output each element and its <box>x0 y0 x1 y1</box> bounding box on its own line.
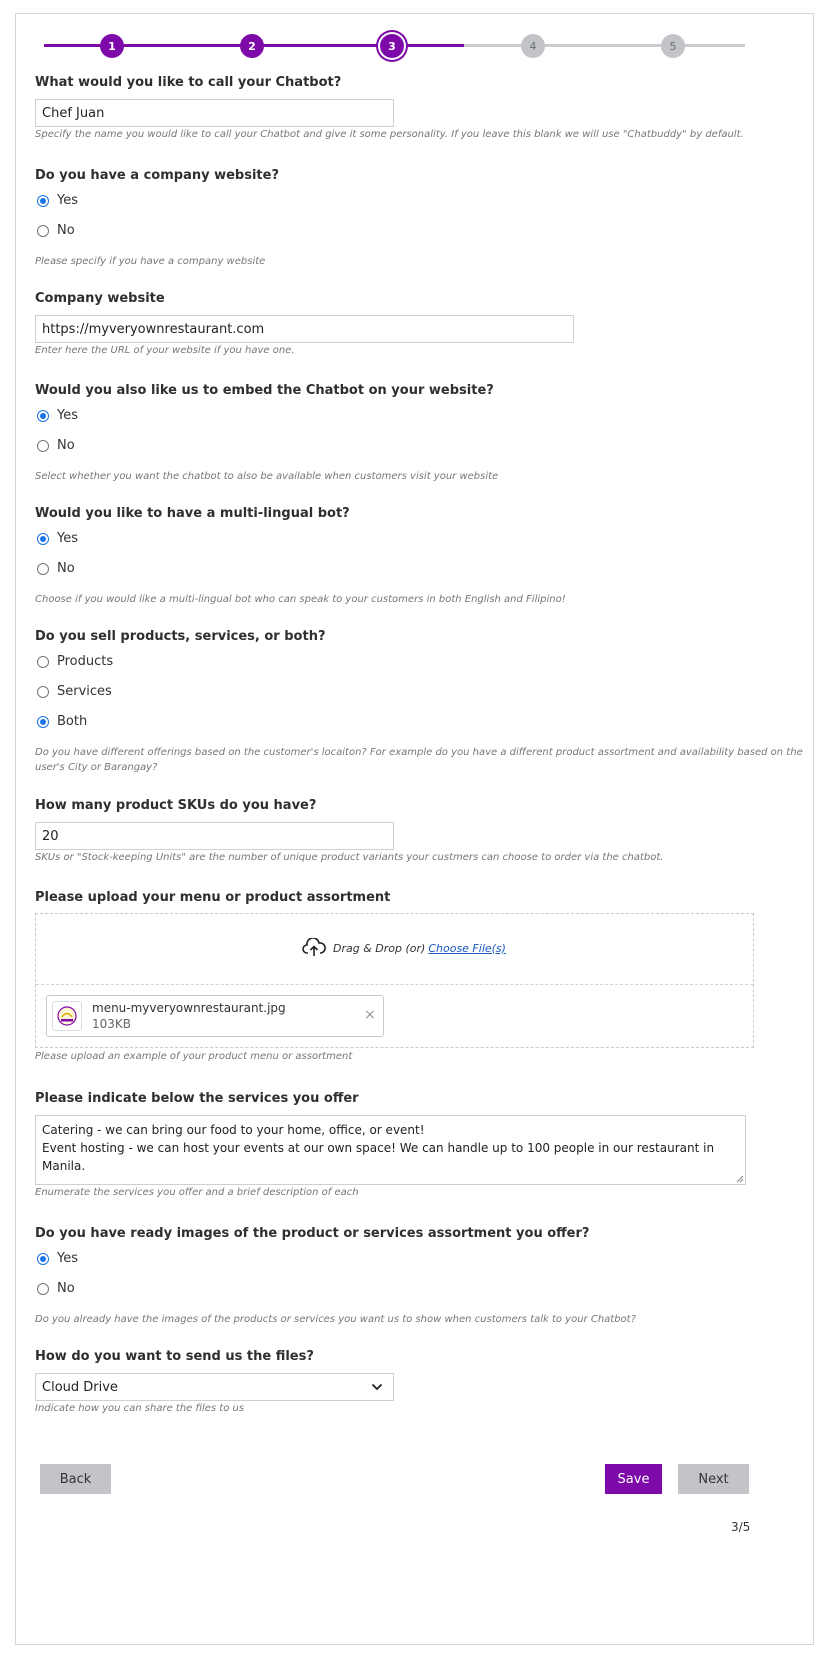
form-card: 1 2 3 4 5 What would you like to call yo… <box>15 13 814 1645</box>
company-website-no-radio[interactable]: No <box>37 223 75 238</box>
radio-unchecked-icon[interactable] <box>37 562 49 575</box>
radio-label: No <box>57 438 75 453</box>
radio-label: Yes <box>57 408 78 423</box>
drop-area-text: Drag & Drop (or) Choose File(s) <box>302 938 506 958</box>
company-website-help: Enter here the URL of your website if yo… <box>35 345 295 356</box>
back-button[interactable]: Back <box>40 1464 111 1494</box>
embed-yes-radio[interactable]: Yes <box>37 408 78 423</box>
company-website-input[interactable]: https://myveryownrestaurant.com <box>35 315 574 343</box>
file-size: 103KB <box>92 1017 132 1031</box>
radio-label: No <box>57 1281 75 1296</box>
next-button[interactable]: Next <box>678 1464 749 1494</box>
radio-checked-icon[interactable] <box>37 194 49 207</box>
company-website-question-help: Please specify if you have a company web… <box>35 256 266 267</box>
step-1[interactable]: 1 <box>100 34 124 58</box>
radio-unchecked-icon[interactable] <box>37 439 49 452</box>
send-files-selected-value: Cloud Drive <box>42 1379 118 1395</box>
radio-unchecked-icon[interactable] <box>37 224 49 237</box>
company-website-question-label: Do you have a company website? <box>35 168 279 183</box>
images-label: Do you have ready images of the product … <box>35 1226 590 1241</box>
chatbot-name-help: Specify the name you would like to call … <box>35 129 744 140</box>
multilingual-yes-radio[interactable]: Yes <box>37 531 78 546</box>
send-files-select[interactable]: Cloud Drive <box>35 1373 394 1401</box>
stepper-remaining-line <box>464 44 745 47</box>
skus-help: SKUs or "Stock-keeping Units" are the nu… <box>35 852 664 863</box>
upload-dropzone[interactable]: Drag & Drop (or) Choose File(s) menu-myv… <box>35 913 754 1048</box>
sell-services-radio[interactable]: Services <box>37 684 112 699</box>
radio-unchecked-icon[interactable] <box>37 655 49 668</box>
radio-label: Yes <box>57 531 78 546</box>
sell-label: Do you sell products, services, or both? <box>35 629 326 644</box>
radio-unchecked-icon[interactable] <box>37 685 49 698</box>
radio-checked-icon[interactable] <box>37 1252 49 1265</box>
skus-label: How many product SKUs do you have? <box>35 798 317 813</box>
send-files-help: Indicate how you can share the files to … <box>35 1403 245 1414</box>
step-4[interactable]: 4 <box>521 34 545 58</box>
choose-files-link[interactable]: Choose File(s) <box>428 942 506 955</box>
step-2[interactable]: 2 <box>240 34 264 58</box>
images-help: Do you already have the images of the pr… <box>35 1314 636 1325</box>
page-indicator: 3/5 <box>731 1520 751 1534</box>
sell-products-radio[interactable]: Products <box>37 654 113 669</box>
embed-no-radio[interactable]: No <box>37 438 75 453</box>
radio-label: Yes <box>57 193 78 208</box>
multilingual-help: Choose if you would like a multi-lingual… <box>35 594 566 605</box>
embed-help: Select whether you want the chatbot to a… <box>35 471 499 482</box>
send-files-label: How do you want to send us the files? <box>35 1349 314 1364</box>
images-no-radio[interactable]: No <box>37 1281 75 1296</box>
step-3-current[interactable]: 3 <box>380 34 404 58</box>
save-button[interactable]: Save <box>605 1464 662 1494</box>
multilingual-no-radio[interactable]: No <box>37 561 75 576</box>
sell-help-line2: user's City or Barangay? <box>35 762 158 773</box>
sell-help-line1: Do you have different offerings based on… <box>35 747 803 758</box>
chatbot-name-label: What would you like to call your Chatbot… <box>35 75 342 90</box>
radio-checked-icon[interactable] <box>37 715 49 728</box>
file-name: menu-myveryownrestaurant.jpg <box>92 1001 286 1015</box>
embed-label: Would you also like us to embed the Chat… <box>35 383 494 398</box>
services-line-2: Event hosting - we can host your events … <box>42 1141 715 1173</box>
radio-unchecked-icon[interactable] <box>37 1282 49 1295</box>
multilingual-label: Would you like to have a multi-lingual b… <box>35 506 350 521</box>
resize-handle-icon[interactable] <box>736 1175 744 1183</box>
upload-label: Please upload your menu or product assor… <box>35 890 391 905</box>
menu-logo-thumbnail-icon <box>57 1006 77 1026</box>
file-thumbnail <box>52 1001 82 1031</box>
radio-label: Yes <box>57 1251 78 1266</box>
radio-label: Products <box>57 654 114 669</box>
skus-input[interactable]: 20 <box>35 822 394 850</box>
sell-both-radio[interactable]: Both <box>37 714 87 729</box>
radio-label: Services <box>57 684 112 699</box>
images-yes-radio[interactable]: Yes <box>37 1251 78 1266</box>
step-5[interactable]: 5 <box>661 34 685 58</box>
drop-text: Drag & Drop (or) <box>333 941 426 955</box>
company-website-yes-radio[interactable]: Yes <box>37 193 78 208</box>
radio-label: Both <box>57 714 88 729</box>
services-help: Enumerate the services you offer and a b… <box>35 1187 359 1198</box>
services-line-1: Catering - we can bring our food to your… <box>42 1123 425 1137</box>
services-label: Please indicate below the services you o… <box>35 1091 359 1106</box>
remove-file-icon[interactable]: × <box>364 1007 376 1023</box>
radio-checked-icon[interactable] <box>37 532 49 545</box>
uploaded-file-item: menu-myveryownrestaurant.jpg 103KB × <box>46 995 384 1037</box>
radio-checked-icon[interactable] <box>37 409 49 422</box>
chevron-down-icon <box>371 1383 383 1391</box>
upload-help: Please upload an example of your product… <box>35 1051 353 1062</box>
radio-label: No <box>57 223 75 238</box>
dropzone-divider <box>36 984 753 985</box>
company-website-label: Company website <box>35 291 165 306</box>
cloud-upload-icon <box>302 938 326 956</box>
radio-label: No <box>57 561 75 576</box>
chatbot-name-input[interactable]: Chef Juan <box>35 99 394 127</box>
services-textarea[interactable]: Catering - we can bring our food to your… <box>35 1115 746 1185</box>
